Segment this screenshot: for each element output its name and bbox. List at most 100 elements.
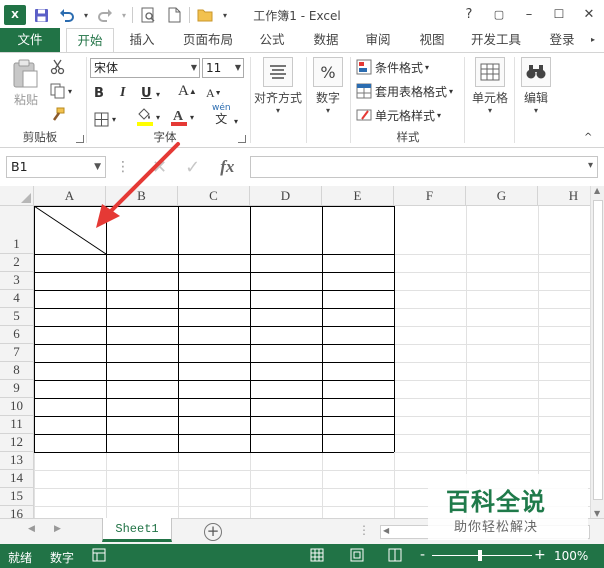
zoom-level[interactable]: 100% — [554, 549, 588, 563]
tab-review[interactable]: 审阅 — [356, 28, 400, 52]
scroll-left-icon[interactable]: ◀ — [383, 526, 389, 535]
italic-button[interactable]: I — [120, 83, 125, 103]
row-header-14[interactable]: 14 — [0, 470, 34, 488]
row-header-2[interactable]: 2 — [0, 254, 34, 272]
number-button[interactable]: % 数字 ▾ — [310, 57, 346, 115]
tab-formulas[interactable]: 公式 — [250, 28, 294, 52]
conditional-formatting-button[interactable]: 条件格式 ▾ — [356, 57, 429, 77]
insert-function-button[interactable]: fx — [220, 157, 234, 177]
borders-button[interactable]: ▾ — [94, 109, 116, 129]
fill-color-button[interactable]: ▾ — [136, 107, 160, 127]
ribbon-display-button[interactable]: ▢ — [484, 0, 514, 28]
normal-view-icon[interactable] — [310, 548, 324, 565]
cancel-entry-icon[interactable]: ✕ — [152, 157, 167, 178]
expand-formula-icon[interactable]: ▾ — [588, 160, 593, 171]
name-box[interactable]: B1 ▼ — [6, 156, 106, 178]
page-break-view-icon[interactable] — [388, 548, 402, 565]
font-launcher-icon[interactable] — [238, 135, 246, 143]
conditional-formatting-label: 条件格式 — [375, 60, 424, 75]
column-header-g[interactable]: G — [466, 186, 538, 206]
status-bar: 就绪 数字 - + 100% — [0, 544, 604, 568]
row-header-11[interactable]: 11 — [0, 416, 34, 434]
minimize-button[interactable]: – — [514, 0, 544, 28]
group-separator — [86, 57, 87, 143]
cell-styles-label: 单元格样式 — [375, 108, 436, 123]
row-header-12[interactable]: 12 — [0, 434, 34, 452]
zoom-out-button[interactable]: - — [420, 547, 425, 563]
column-header-a[interactable]: A — [34, 186, 106, 206]
tab-split-icon[interactable]: ⋮ — [358, 523, 370, 537]
formula-input[interactable]: ▾ — [250, 156, 598, 178]
format-painter-button[interactable] — [50, 105, 66, 125]
borders-dropdown-icon: ▾ — [112, 114, 117, 124]
vertical-scrollbar[interactable]: ▲ ▼ — [590, 186, 604, 518]
zoom-in-button[interactable]: + — [534, 547, 546, 563]
row-header-7[interactable]: 7 — [0, 344, 34, 362]
column-header-d[interactable]: D — [250, 186, 322, 206]
row-header-8[interactable]: 8 — [0, 362, 34, 380]
tab-developer[interactable]: 开发工具 — [464, 28, 528, 52]
row-header-5[interactable]: 5 — [0, 308, 34, 326]
tab-view[interactable]: 视图 — [410, 28, 454, 52]
row-header-1[interactable]: 1 — [0, 206, 34, 254]
tab-insert[interactable]: 插入 — [118, 28, 166, 52]
paste-button[interactable]: 粘贴 — [6, 59, 46, 108]
tab-file[interactable]: 文件 — [0, 28, 60, 52]
column-header-e[interactable]: E — [322, 186, 394, 206]
next-sheet-icon[interactable]: ▶ — [54, 524, 61, 534]
underline-button[interactable]: U — [141, 83, 152, 103]
add-sheet-button[interactable]: + — [204, 523, 222, 541]
sheet-tab-sheet1[interactable]: Sheet1 — [102, 518, 172, 542]
cells-button[interactable]: 单元格 ▾ — [468, 57, 512, 115]
tab-page-layout[interactable]: 页面布局 — [176, 28, 240, 52]
row-header-15[interactable]: 15 — [0, 488, 34, 506]
alignment-button[interactable]: 对齐方式 ▾ — [254, 57, 302, 115]
column-header-c[interactable]: C — [178, 186, 250, 206]
clipboard-launcher-icon[interactable] — [76, 135, 84, 143]
maximize-button[interactable]: ☐ — [544, 0, 574, 28]
phonetic-dropdown-icon[interactable]: ▾ — [234, 111, 238, 131]
cut-button[interactable] — [50, 57, 66, 77]
font-size-select[interactable]: 11 ▼ — [202, 58, 244, 78]
scroll-down-icon[interactable]: ▼ — [594, 509, 600, 518]
page-layout-view-icon[interactable] — [350, 548, 364, 565]
row-header-13[interactable]: 13 — [0, 452, 34, 470]
account-scroll-icon[interactable]: ▸ — [586, 28, 600, 52]
column-header-h[interactable]: H — [538, 186, 590, 206]
row-header-6[interactable]: 6 — [0, 326, 34, 344]
column-header-f[interactable]: F — [394, 186, 466, 206]
zoom-slider[interactable] — [432, 555, 532, 556]
grow-font-button[interactable]: A ▲ — [178, 81, 197, 101]
zoom-slider-thumb[interactable] — [478, 550, 482, 561]
chevron-down-icon: ▼ — [190, 63, 197, 72]
tab-data[interactable]: 数据 — [304, 28, 348, 52]
vertical-scroll-thumb[interactable] — [593, 200, 603, 500]
group-separator — [350, 57, 351, 143]
row-header-3[interactable]: 3 — [0, 272, 34, 290]
column-header-b[interactable]: B — [106, 186, 178, 206]
font-name-select[interactable]: 宋体 ▼ — [90, 58, 200, 78]
confirm-entry-icon[interactable]: ✓ — [185, 157, 200, 178]
format-as-table-label: 套用表格格式 — [375, 84, 448, 99]
tab-home[interactable]: 开始 — [66, 28, 114, 53]
editing-button[interactable]: 编辑 ▾ — [518, 57, 554, 115]
copy-button[interactable]: ▾ — [50, 81, 72, 101]
font-color-button[interactable]: A ▾ — [170, 107, 194, 127]
row-header-4[interactable]: 4 — [0, 290, 34, 308]
macro-record-icon[interactable] — [92, 548, 106, 565]
row-header-9[interactable]: 9 — [0, 380, 34, 398]
scroll-up-icon[interactable]: ▲ — [594, 186, 600, 195]
underline-dropdown-icon[interactable]: ▾ — [156, 84, 160, 104]
close-button[interactable]: ✕ — [574, 0, 604, 28]
cell-styles-button[interactable]: 单元格样式 ▾ — [356, 105, 441, 125]
signin-link[interactable]: 登录 — [542, 28, 582, 52]
bold-button[interactable]: B — [94, 83, 104, 103]
collapse-ribbon-icon[interactable]: ^ — [584, 127, 592, 147]
prev-sheet-icon[interactable]: ◀ — [28, 524, 35, 534]
help-button[interactable]: ? — [454, 0, 484, 28]
worksheet-grid[interactable]: A B C D E F G H 1 2 3 4 5 6 7 8 9 10 11 12 13 14 15 16 — [0, 186, 590, 518]
shrink-font-button[interactable]: A ▼ — [206, 83, 222, 103]
row-header-10[interactable]: 10 — [0, 398, 34, 416]
format-as-table-button[interactable]: 套用表格格式 ▾ — [356, 81, 453, 101]
row-header-16[interactable]: 16 — [0, 506, 34, 518]
